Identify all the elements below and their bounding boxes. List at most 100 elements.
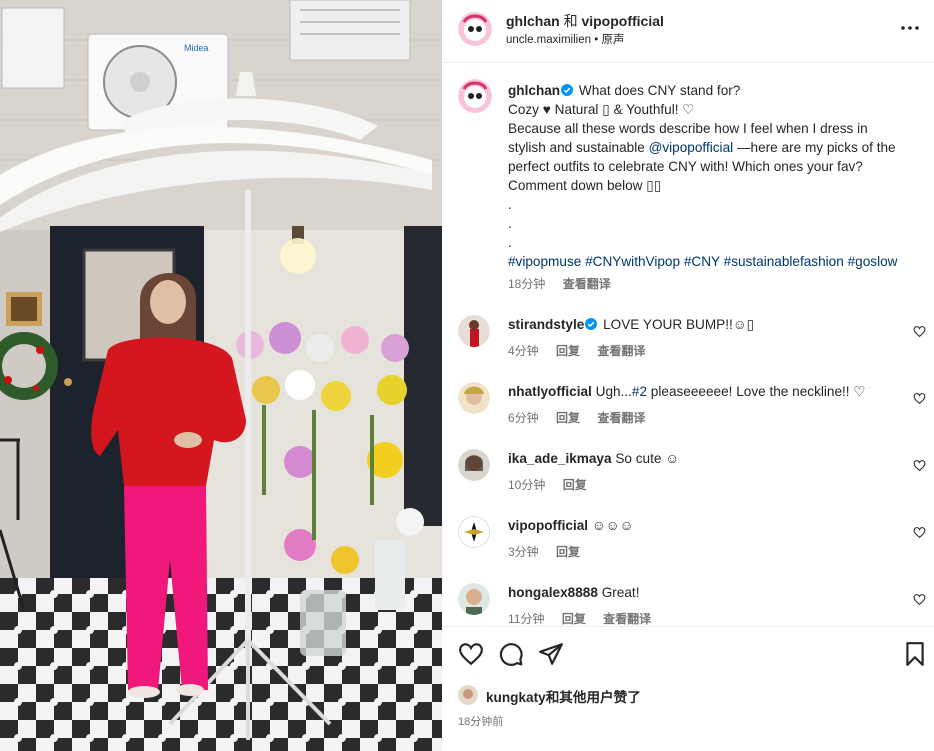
share-button[interactable] [538,641,564,667]
comment-time[interactable]: 11分钟 [508,612,544,626]
hashtag-link[interactable]: #CNYwithVipop [585,254,680,269]
hashtag-link[interactable]: #goslow [848,254,898,269]
commenter-avatar[interactable] [458,583,490,615]
comment-meta: 4分钟 回复 查看翻译 [508,342,659,359]
caption-line-6: Comment down below ▯▯ [508,178,662,193]
mention-link[interactable]: @vipopofficial [649,140,734,155]
more-options-button[interactable] [898,16,922,40]
comment-username[interactable]: vipopofficial [508,518,588,533]
comment-item: hongalex8888 Great! 11分钟 回复 查看翻译 [442,583,934,626]
comment-body: Great! [601,585,640,600]
liker-avatar[interactable] [458,685,478,705]
audio-separator: • [594,34,599,46]
caption-word-natural: Natural [554,102,599,117]
comments-feed[interactable]: ghlchan What does CNY stand for? Cozy ♥ … [442,63,934,626]
reply-button[interactable]: 回复 [556,411,580,425]
ac-brand-label: Midea [184,43,209,53]
caption-author-avatar[interactable] [458,79,492,113]
comment-item: vipopofficial ☺☺☺ 3分钟 回复 [442,516,934,580]
comment-body: ☺☺☺ [591,518,634,533]
send-icon [539,643,563,665]
hashtag-link[interactable]: #CNY [684,254,720,269]
instagram-post-viewer: Midea ghlchan 和 vipopofficial uncle.maxi… [0,0,934,751]
comment-time[interactable]: 4分钟 [508,344,539,358]
caption-time[interactable]: 18分钟 [508,277,545,291]
avatar-image-icon [458,449,490,481]
liked-by-username[interactable]: kungkaty [486,690,546,705]
save-button[interactable] [902,641,928,667]
bookmark-icon [906,642,924,666]
post-actions-bar: kungkaty和其他用户赞了 18分钟前 [442,626,934,751]
see-translation-button[interactable]: 查看翻译 [603,612,651,626]
comment-time[interactable]: 6分钟 [508,411,539,425]
avatar-image-icon [458,583,490,615]
audio-name[interactable]: uncle.maximilien [506,34,591,46]
comment-body-end: pleaseeeeee! Love the neckline!! ♡ [647,384,866,399]
caption-username[interactable]: ghlchan [508,83,560,98]
hashtag-link[interactable]: #2 [632,384,647,399]
hashtag-link[interactable]: #sustainablefashion [724,254,844,269]
caption-line-4-start: stylish and sustainable [508,140,645,155]
comment-like-heart-icon[interactable] [913,325,926,338]
comment-meta: 6分钟 回复 查看翻译 [508,409,659,426]
caption-meta: 18分钟 查看翻译 [508,275,918,294]
reply-button[interactable]: 回复 [556,545,580,559]
author-joiner: 和 [563,13,578,29]
comment-time[interactable]: 3分钟 [508,545,539,559]
commenter-avatar[interactable] [458,449,490,481]
comment-like-heart-icon[interactable] [913,526,926,539]
comment-like-heart-icon[interactable] [913,392,926,405]
commenter-avatar[interactable] [458,516,490,548]
comment-body-start: Ugh... [595,384,632,399]
hashtag-link[interactable]: #vipopmuse [508,254,581,269]
missing-glyph-icon: ▯ [602,102,610,117]
post-timestamp[interactable]: 18分钟前 [458,713,503,729]
caption-dot-2: . [508,216,512,231]
comment-icon [499,643,523,666]
caption-dot-1: . [508,197,512,212]
comment-username[interactable]: hongalex8888 [508,585,598,600]
reply-button[interactable]: 回复 [562,612,586,626]
see-translation-button[interactable]: 查看翻译 [597,344,645,358]
video-frame: Midea [0,0,442,751]
comment-item: stirandstyle LOVE YOUR BUMP!!☺▯ 4分钟 回复 查… [442,315,934,379]
like-button[interactable] [458,641,484,667]
reply-button[interactable]: 回复 [563,478,587,492]
comment-text: hongalex8888 Great! [508,585,639,600]
post-media[interactable]: Midea [0,0,442,751]
reply-button[interactable]: 回复 [556,344,580,358]
vipop-logo-icon [458,516,490,548]
comment-button[interactable] [498,641,524,667]
comment-like-heart-icon[interactable] [913,593,926,606]
white-heart-icon: ♡ [682,102,695,117]
coauthor-username[interactable]: vipopofficial [581,13,663,29]
liked-by-rest[interactable]: 和其他用户赞了 [546,690,641,705]
author-username[interactable]: ghlchan [506,13,560,29]
avatar-image-icon [458,382,490,414]
comment-text: stirandstyle LOVE YOUR BUMP!!☺▯ [508,317,754,333]
commenter-avatar[interactable] [458,315,490,347]
comment-meta: 11分钟 回复 查看翻译 [508,610,665,626]
liked-by-summary[interactable]: kungkaty和其他用户赞了 [486,686,641,706]
audio-original[interactable]: 原声 [601,34,624,46]
comment-time[interactable]: 10分钟 [508,478,545,492]
avatar-image-icon [458,79,492,113]
header-authors: ghlchan 和 vipopofficial [506,11,664,31]
comment-like-heart-icon[interactable] [913,459,926,472]
caption-line-4: stylish and sustainable @vipopofficial —… [508,138,918,157]
comment-username[interactable]: stirandstyle [508,317,584,332]
caption-word-youthful: & Youthful! [613,102,679,117]
see-translation-button[interactable]: 查看翻译 [597,411,645,425]
comment-body: So cute ☺ [615,451,680,466]
comment-username[interactable]: ika_ade_ikmaya [508,451,612,466]
post-side-panel: ghlchan 和 vipopofficial uncle.maximilien… [442,0,934,751]
caption-dot-3: . [508,235,512,250]
verified-badge-icon [561,84,574,96]
commenter-avatar[interactable] [458,382,490,414]
comment-username[interactable]: nhatlyofficial [508,384,592,399]
see-translation-button[interactable]: 查看翻译 [563,277,611,291]
avatar-image-icon [458,685,478,705]
more-horizontal-icon [901,26,919,30]
author-avatar[interactable] [458,12,492,46]
comment-item: ika_ade_ikmaya So cute ☺ 10分钟 回复 [442,449,934,513]
